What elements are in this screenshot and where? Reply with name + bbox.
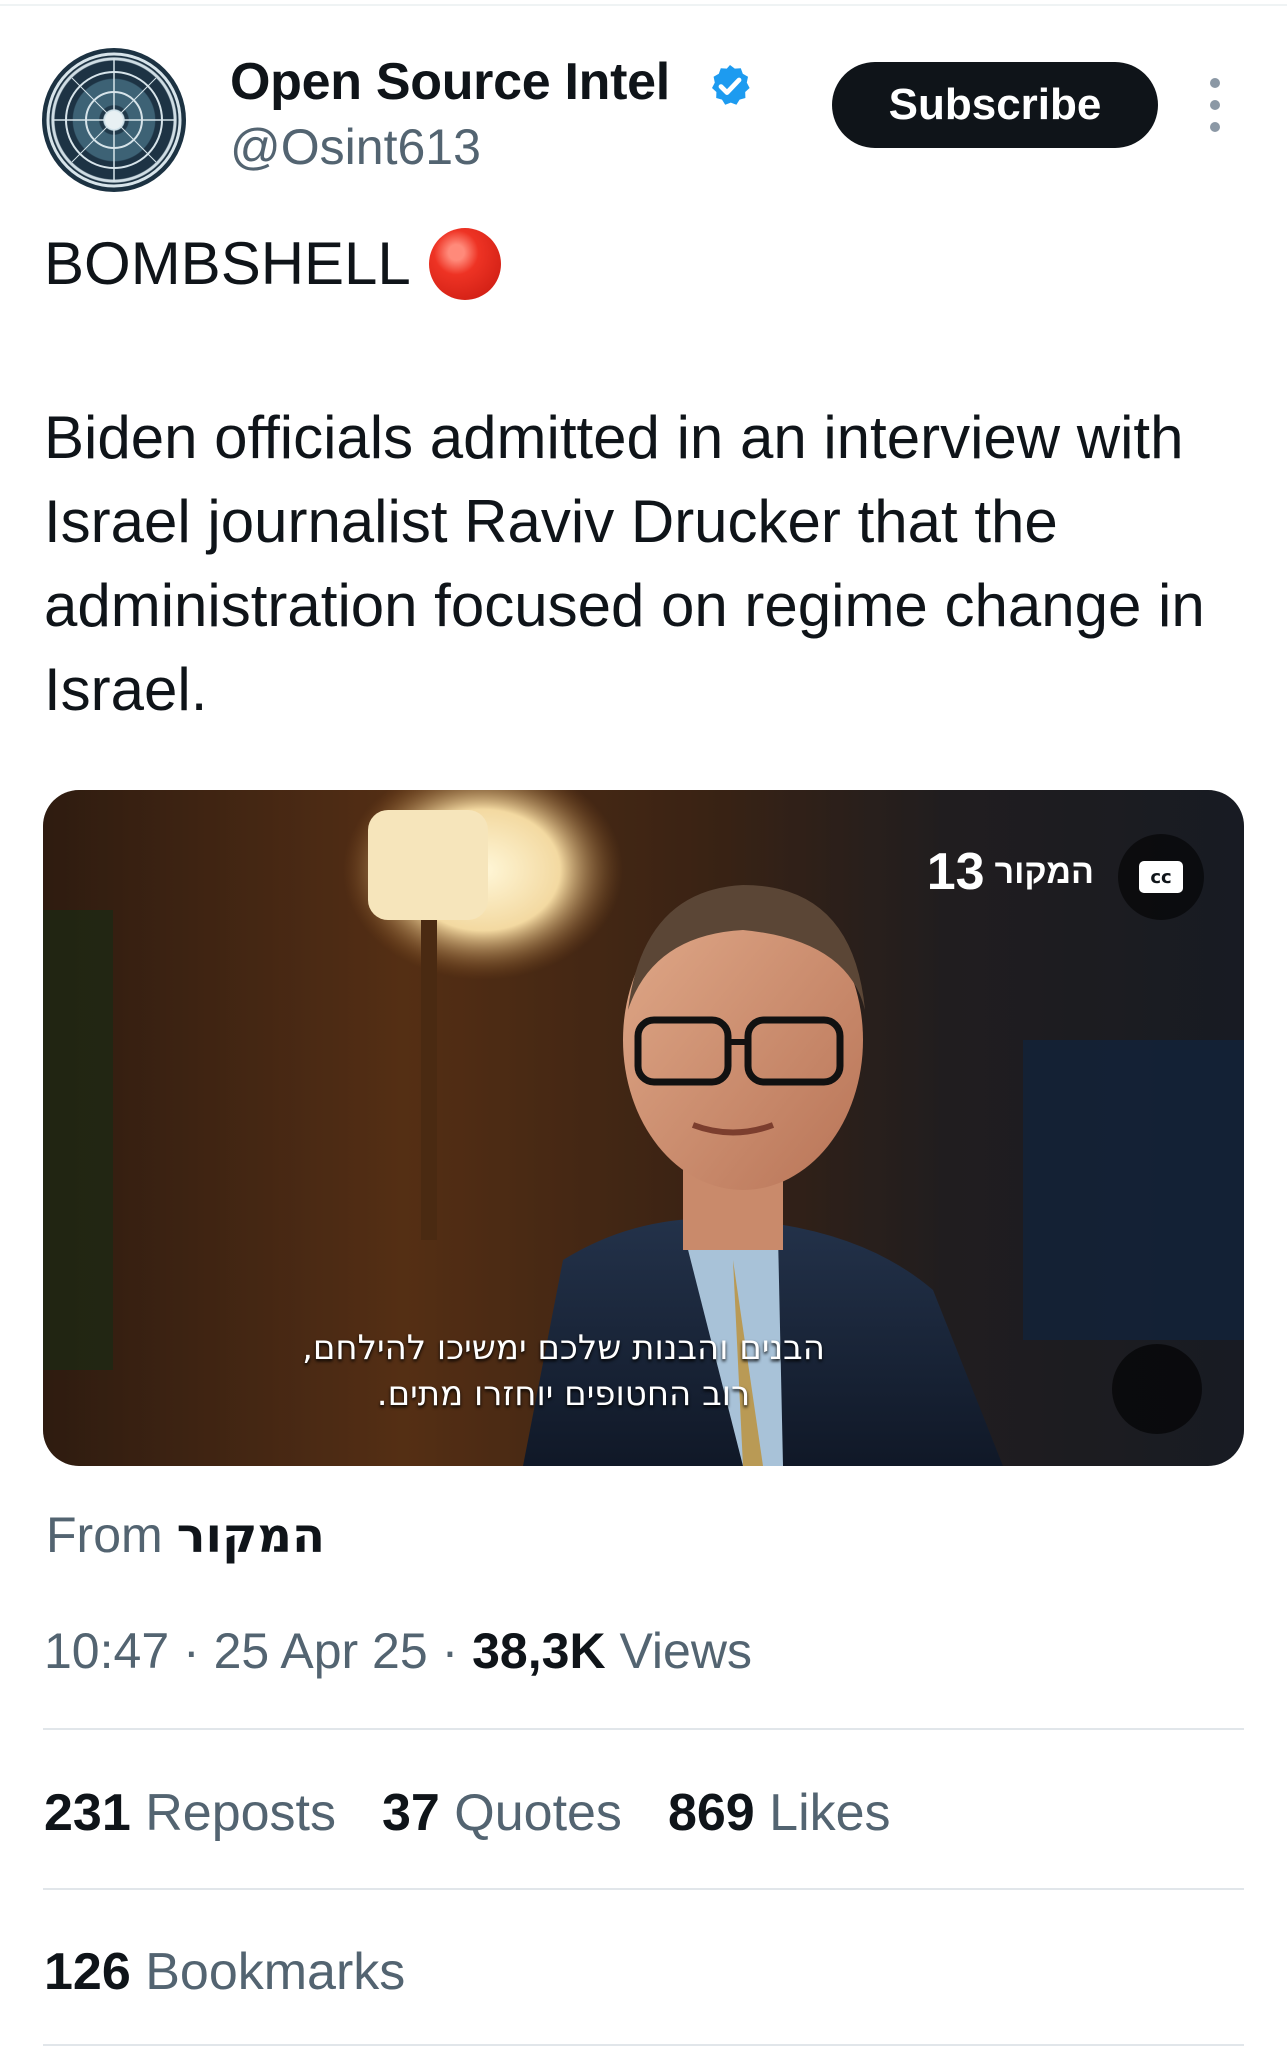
- top-divider: [0, 4, 1287, 6]
- bookmarks-stat[interactable]: 126 Bookmarks: [44, 1942, 405, 2002]
- post-time[interactable]: 10:47: [44, 1623, 169, 1679]
- from-label: From: [46, 1507, 163, 1563]
- quotes-stat[interactable]: 37 Quotes: [382, 1783, 622, 1843]
- reposts-stat[interactable]: 231 Reposts: [44, 1783, 336, 1843]
- reposts-label: Reposts: [145, 1784, 336, 1842]
- divider: [43, 2044, 1244, 2046]
- views-label: Views: [619, 1623, 752, 1679]
- video-subtitle-line-1: הבנים והבנות שלכם ימשיכו להילחם,: [302, 1328, 825, 1368]
- avatar-emblem-icon: [46, 52, 182, 188]
- channel-number: 13: [926, 843, 985, 901]
- from-source-link[interactable]: המקור: [177, 1508, 325, 1564]
- post-detail: Open Source Intel @Osint613 Subscribe BO…: [0, 0, 1287, 2048]
- post-meta: 10:47 · 25 Apr 25 · 38,3K Views: [44, 1622, 752, 1680]
- reposts-count: 231: [44, 1784, 131, 1842]
- post-headline: BOMBSHELL: [44, 228, 501, 300]
- quotes-label: Quotes: [454, 1784, 622, 1842]
- headline-text: BOMBSHELL: [44, 230, 411, 297]
- volume-button[interactable]: [1112, 1344, 1202, 1434]
- divider: [43, 1728, 1244, 1730]
- red-circle-icon: [428, 228, 501, 300]
- post-date[interactable]: 25 Apr 25: [214, 1623, 428, 1679]
- divider: [43, 1888, 1244, 1890]
- meta-separator: ·: [441, 1623, 459, 1679]
- views-count: 38,3K: [472, 1623, 606, 1679]
- likes-count: 869: [667, 1784, 755, 1842]
- avatar[interactable]: [42, 48, 186, 192]
- meta-separator: ·: [183, 1623, 200, 1679]
- quotes-count: 37: [381, 1784, 440, 1842]
- channel-logo: המקור 13: [927, 846, 1094, 898]
- more-vertical-icon[interactable]: [1200, 78, 1230, 132]
- post-body: Biden officials admitted in an interview…: [44, 404, 1205, 723]
- media-source: From המקור: [46, 1506, 325, 1564]
- captions-icon: cc: [1139, 861, 1183, 893]
- author-handle[interactable]: @Osint613: [230, 118, 481, 176]
- bookmarks-label: Bookmarks: [145, 1943, 406, 2001]
- volume-icon: [1112, 1344, 1244, 1466]
- likes-label: Likes: [769, 1784, 891, 1842]
- bookmarks-count: 126: [44, 1943, 131, 2001]
- subscribe-button[interactable]: Subscribe: [832, 62, 1158, 148]
- captions-button[interactable]: cc: [1118, 834, 1204, 920]
- verified-badge-icon: [712, 65, 750, 105]
- video-player[interactable]: המקור 13 cc הבנים והבנות שלכם ימשיכו להי…: [43, 790, 1244, 1466]
- author-display-name[interactable]: Open Source Intel: [230, 52, 670, 112]
- engagement-stats: 231 Reposts 37 Quotes 869 Likes: [44, 1783, 891, 1843]
- likes-stat[interactable]: 869 Likes: [668, 1783, 891, 1843]
- video-subtitle-line-2: רוב החטופים יוחזרו מתים.: [376, 1374, 751, 1414]
- channel-name: המקור: [994, 852, 1094, 891]
